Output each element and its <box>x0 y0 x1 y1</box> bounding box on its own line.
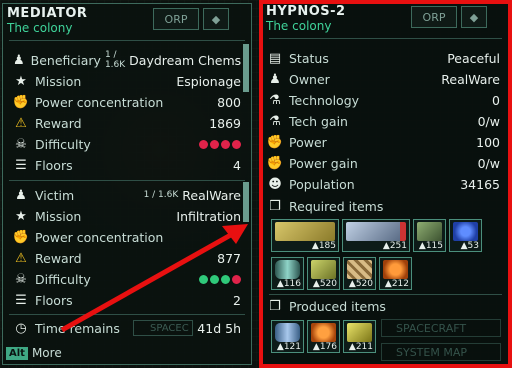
annotation-arrow <box>60 224 248 333</box>
arrow-head <box>222 224 248 244</box>
arrow-shaft <box>60 229 238 333</box>
